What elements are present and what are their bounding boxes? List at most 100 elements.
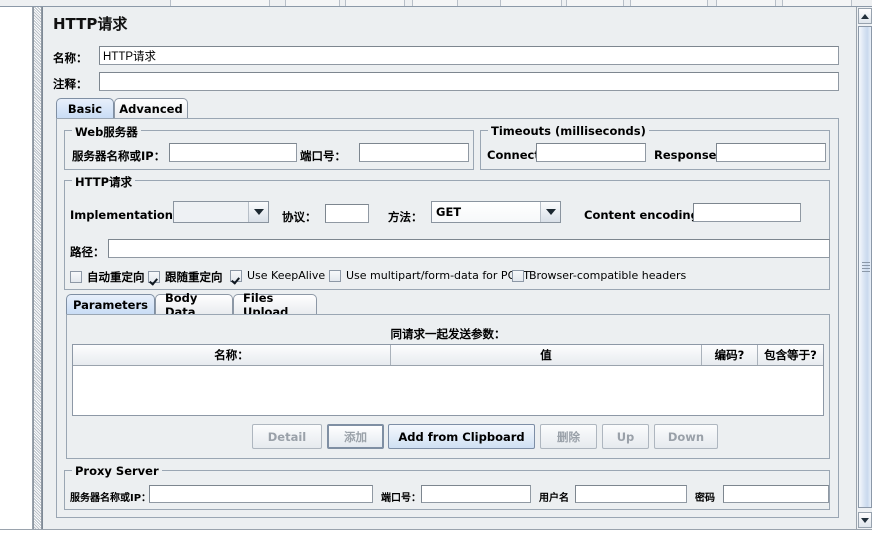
scrollbar-thumb[interactable] — [858, 26, 872, 508]
web-server-group-title: Web服务器 — [72, 124, 141, 140]
down-button-label: Down — [668, 430, 704, 444]
comment-label: 注释： — [53, 76, 88, 92]
checkbox-box[interactable] — [329, 270, 341, 282]
test-plan-tree-pane[interactable] — [0, 7, 33, 529]
checkbox-box[interactable] — [230, 270, 242, 282]
checkbox-use-multipart[interactable]: Use multipart/form-data for POST — [329, 269, 530, 282]
editor-pane: HTTP请求 名称： 注释： Basic Advanced Web服务器 — [42, 7, 872, 529]
checkbox-label: Use KeepAlive — [247, 269, 325, 282]
add-button[interactable]: 添加 — [327, 424, 384, 449]
checkbox-box[interactable] — [512, 270, 524, 282]
params-table-header: 名称： 值 编码? 包含等于? — [73, 345, 823, 366]
up-button-label: Up — [617, 430, 635, 444]
jmeter-http-request-window: HTTP请求 名称： 注释： Basic Advanced Web服务器 — [0, 0, 872, 536]
checkbox-browser-compatible-headers[interactable]: Browser-compatible headers — [512, 269, 686, 282]
proxy-host-label: 服务器名称或IP： — [70, 489, 151, 504]
method-combo-value: GET — [432, 202, 541, 222]
checkbox-auto-redirect[interactable]: 自动重定向 — [70, 269, 145, 285]
status-strip — [0, 529, 872, 536]
down-button[interactable]: Down — [654, 424, 718, 449]
content-encoding-label: Content encoding: — [584, 208, 703, 222]
timeouts-group-title: Timeouts (milliseconds) — [488, 124, 649, 138]
up-button[interactable]: Up — [602, 424, 649, 449]
protocol-input[interactable] — [325, 204, 369, 223]
column-header-value[interactable]: 值 — [391, 345, 702, 365]
add-from-clipboard-button[interactable]: Add from Clipboard — [388, 424, 535, 449]
params-table-body[interactable] — [73, 366, 823, 415]
triangle-up-icon — [861, 14, 869, 19]
toolbar-segment[interactable] — [345, 0, 405, 6]
timeout-connect-input[interactable] — [536, 143, 646, 162]
checkbox-label: 自动重定向 — [87, 269, 145, 285]
tab-basic[interactable]: Basic — [56, 98, 114, 118]
scroll-down-button[interactable] — [858, 512, 872, 528]
column-header-include-equals[interactable]: 包含等于? — [758, 345, 823, 365]
params-table[interactable]: 名称： 值 编码? 包含等于? — [72, 344, 824, 416]
toolbar-segment[interactable] — [566, 0, 624, 6]
tab-parameters-label: Parameters — [73, 298, 148, 312]
proxy-password-label: 密码 — [695, 489, 715, 504]
add-button-label: 添加 — [344, 429, 367, 445]
checkbox-follow-redirect[interactable]: 跟随重定向 — [148, 269, 223, 285]
triangle-down-icon — [861, 518, 869, 523]
toolbar-segment[interactable] — [716, 0, 776, 6]
tab-basic-label: Basic — [68, 102, 102, 116]
protocol-label: 协议： — [282, 209, 317, 225]
name-label: 名称： — [53, 50, 88, 66]
toolbar-strip — [0, 0, 872, 7]
page-title: HTTP请求 — [53, 13, 127, 34]
chevron-down-icon[interactable] — [541, 202, 560, 222]
toolbar-segment[interactable] — [782, 0, 852, 6]
chevron-down-icon[interactable] — [249, 202, 268, 222]
delete-button-label: 删除 — [557, 429, 580, 445]
path-input[interactable] — [108, 239, 830, 258]
toolbar-segment[interactable] — [285, 0, 340, 6]
column-header-encode[interactable]: 编码? — [702, 345, 758, 365]
proxy-password-input[interactable] — [723, 485, 829, 503]
proxy-host-input[interactable] — [149, 485, 373, 503]
http-request-editor: HTTP请求 名称： 注释： Basic Advanced Web服务器 — [44, 8, 856, 528]
toolbar-segment[interactable] — [412, 0, 458, 6]
checkbox-use-keepalive[interactable]: Use KeepAlive — [230, 269, 325, 282]
tab-advanced-label: Advanced — [119, 102, 182, 116]
checkbox-box[interactable] — [148, 271, 160, 283]
detail-button-label: Detail — [268, 430, 307, 444]
scrollbar-grip-icon — [862, 262, 870, 272]
method-combo[interactable]: GET — [431, 201, 561, 223]
data-tabstrip: Parameters Body Data Files Upload — [66, 294, 830, 315]
implementation-combo-value — [174, 202, 249, 222]
proxy-port-label: 端口号： — [381, 489, 421, 504]
timeout-response-input[interactable] — [716, 143, 826, 162]
detail-button[interactable]: Detail — [252, 424, 322, 449]
checkbox-label: Browser-compatible headers — [529, 269, 686, 282]
comment-input[interactable] — [99, 72, 839, 91]
split-pane-divider[interactable] — [33, 7, 42, 529]
checkbox-box[interactable] — [70, 271, 82, 283]
params-table-caption: 同请求一起发送参数： — [66, 326, 830, 342]
web-server-host-input[interactable] — [169, 143, 297, 162]
proxy-port-input[interactable] — [421, 485, 531, 503]
scroll-up-button[interactable] — [858, 8, 872, 24]
web-server-port-input[interactable] — [359, 143, 469, 162]
proxy-server-group-title: Proxy Server — [72, 464, 162, 478]
toolbar-segment[interactable] — [630, 0, 708, 6]
checkbox-label: 跟随重定向 — [165, 269, 223, 285]
main-tabstrip: Basic Advanced — [56, 98, 839, 119]
vertical-scrollbar[interactable] — [856, 7, 872, 529]
tab-files-upload[interactable]: Files Upload — [233, 294, 317, 314]
path-label: 路径： — [70, 244, 105, 260]
toolbar-segment[interactable] — [500, 0, 562, 6]
web-server-host-label: 服务器名称或IP： — [72, 148, 165, 164]
tab-advanced[interactable]: Advanced — [114, 98, 188, 118]
method-label: 方法： — [388, 209, 423, 225]
toolbar-segment[interactable] — [170, 0, 270, 6]
content-encoding-input[interactable] — [693, 203, 801, 222]
name-input[interactable] — [99, 46, 839, 65]
column-header-name[interactable]: 名称： — [73, 345, 391, 365]
implementation-combo[interactable] — [173, 201, 269, 223]
tab-body-data[interactable]: Body Data — [155, 294, 233, 314]
web-server-port-label: 端口号： — [300, 148, 346, 164]
tab-parameters[interactable]: Parameters — [66, 294, 155, 314]
proxy-username-input[interactable] — [575, 485, 687, 503]
delete-button[interactable]: 删除 — [540, 424, 597, 449]
